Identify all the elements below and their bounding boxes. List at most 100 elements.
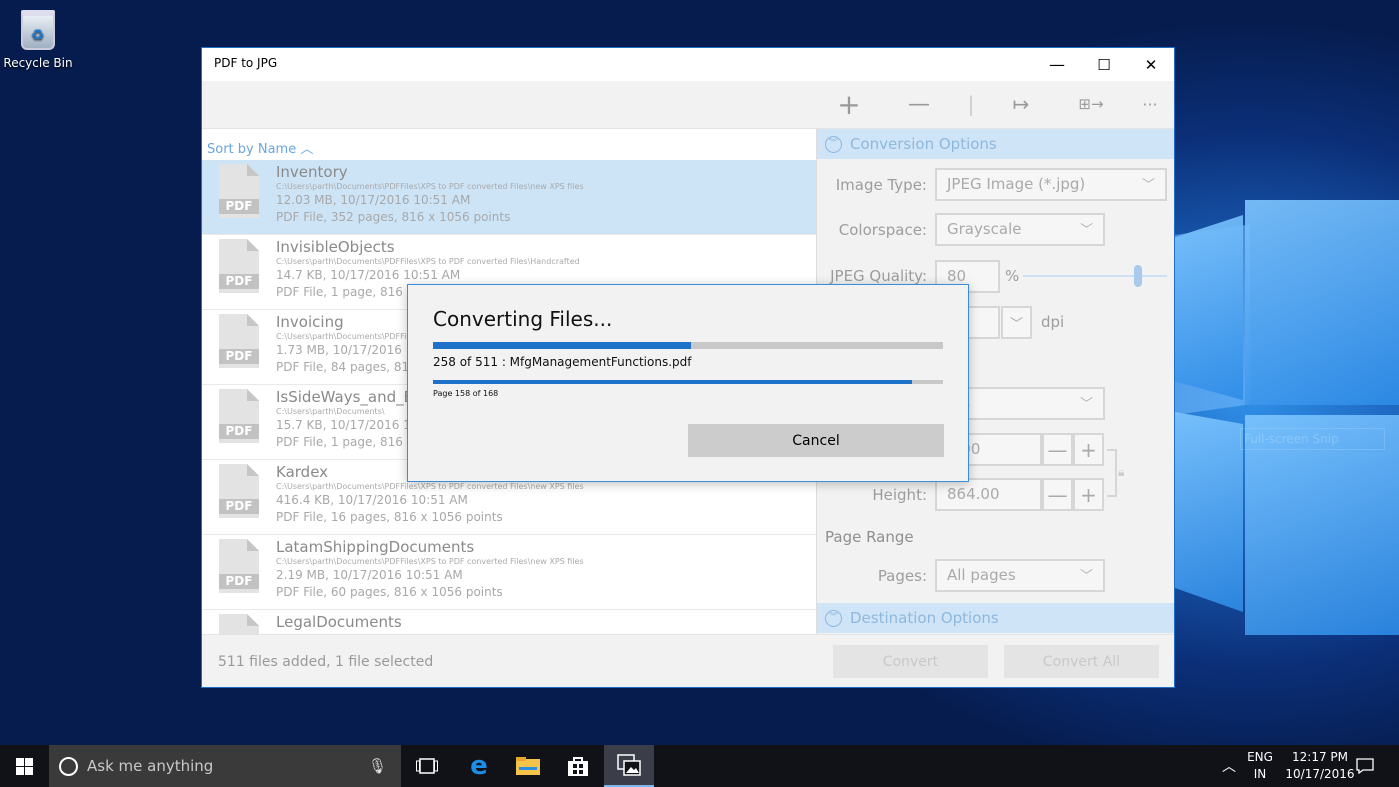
width-decrement-button[interactable]: — bbox=[1042, 433, 1073, 466]
convert-all-button[interactable]: Convert All bbox=[1004, 645, 1159, 678]
minimize-button[interactable]: — bbox=[1034, 48, 1080, 81]
quality-slider-thumb[interactable] bbox=[1134, 265, 1143, 287]
convert-button[interactable]: Convert bbox=[833, 645, 988, 678]
image-type-select[interactable]: JPEG Image (*.jpg) ﹀ bbox=[935, 168, 1167, 201]
file-explorer-icon[interactable] bbox=[505, 745, 551, 787]
quality-unit: % bbox=[1005, 267, 1020, 285]
clock-date: 10/17/2016 bbox=[1285, 767, 1355, 781]
list-item[interactable]: PDF LegalDocuments bbox=[202, 610, 816, 634]
file-size-date: 2.19 MB, 10/17/2016 10:51 AM bbox=[276, 568, 463, 582]
task-view-button[interactable] bbox=[405, 745, 449, 787]
pages-progress-fill bbox=[433, 380, 913, 384]
microphone-icon[interactable]: 🎙︎ bbox=[368, 757, 387, 775]
export-icon[interactable]: ↦ bbox=[1001, 89, 1041, 119]
language-indicator[interactable]: ENG IN bbox=[1242, 749, 1278, 783]
file-path: C:\Users\parth\Documents\PDFFiles\XPS to… bbox=[276, 482, 584, 491]
window-title: PDF to JPG bbox=[214, 56, 278, 70]
file-info: PDF File, 352 pages, 816 x 1056 points bbox=[276, 210, 511, 224]
pages-select[interactable]: All pages ﹀ bbox=[935, 559, 1105, 592]
search-placeholder: Ask me anything bbox=[87, 757, 214, 775]
pdf-file-icon: PDF bbox=[219, 464, 259, 518]
height-increment-button[interactable]: + bbox=[1073, 478, 1104, 511]
aspect-lock-bracket bbox=[1107, 449, 1117, 497]
pages-progress-bar bbox=[433, 380, 943, 384]
pdf-file-icon: PDF bbox=[219, 164, 259, 218]
file-size-date: 416.4 KB, 10/17/2016 10:51 AM bbox=[276, 493, 468, 507]
region-code: IN bbox=[1253, 767, 1267, 781]
pdf-badge: PDF bbox=[219, 574, 259, 589]
height-label: Height: bbox=[872, 486, 927, 504]
cancel-button[interactable]: Cancel bbox=[688, 424, 944, 457]
pdf-badge: PDF bbox=[219, 199, 259, 214]
file-name: LegalDocuments bbox=[276, 613, 402, 631]
file-name: Kardex bbox=[276, 463, 329, 481]
file-path: C:\Users\parth\Documents\ bbox=[276, 407, 385, 416]
pdf-badge: PDF bbox=[219, 349, 259, 364]
files-progress-fill bbox=[433, 342, 691, 349]
maximize-button[interactable]: ☐ bbox=[1081, 48, 1127, 81]
title-bar: PDF to JPG — ☐ ✕ bbox=[202, 48, 1174, 81]
add-files-icon[interactable]: + bbox=[829, 88, 869, 121]
file-info: PDF File, 60 pages, 816 x 1056 points bbox=[276, 585, 503, 599]
height-decrement-button[interactable]: — bbox=[1042, 478, 1073, 511]
sort-label: Sort by Name bbox=[207, 142, 297, 157]
clock[interactable]: 12:17 PM 10/17/2016 bbox=[1280, 749, 1360, 783]
search-box[interactable]: Ask me anything 🎙︎ bbox=[49, 745, 401, 787]
dpi-unit: dpi bbox=[1041, 313, 1065, 331]
destination-options-header[interactable]: ︾ Destination Options bbox=[817, 603, 1174, 633]
window-logo-pane bbox=[1245, 200, 1399, 405]
chevron-down-icon: ﹀ bbox=[1141, 178, 1155, 193]
conversion-options-header[interactable]: ︾ Conversion Options bbox=[817, 129, 1174, 159]
pages-value: All pages bbox=[947, 566, 1016, 584]
notification-icon[interactable] bbox=[1350, 745, 1380, 787]
files-progress-bar bbox=[433, 342, 943, 349]
image-type-label: Image Type: bbox=[835, 176, 927, 194]
edge-icon[interactable]: e bbox=[456, 745, 502, 787]
colorspace-label: Colorspace: bbox=[838, 221, 927, 239]
dpi-dropdown-button[interactable]: ﹀ bbox=[1001, 306, 1032, 339]
chevron-up-icon: ︿ bbox=[300, 142, 314, 157]
file-path: C:\Users\parth\Documents\PDFFiles\XPS to… bbox=[276, 557, 584, 566]
recycle-bin-shortcut[interactable]: ♻ Recycle Bin bbox=[2, 6, 74, 70]
store-icon[interactable] bbox=[555, 745, 601, 787]
list-item[interactable]: PDF Inventory C:\Users\parth\Documents\PDF… bbox=[202, 160, 816, 235]
more-options-icon[interactable]: ··· bbox=[1130, 89, 1170, 119]
file-size-date: 12.03 MB, 10/17/2016 10:51 AM bbox=[276, 193, 471, 207]
pdf-file-icon: PDF bbox=[219, 314, 259, 368]
file-size-date: 15.7 KB, 10/17/2016 10: bbox=[276, 418, 423, 432]
colorspace-value: Grayscale bbox=[947, 220, 1022, 238]
file-name: LatamShippingDocuments bbox=[276, 538, 475, 556]
start-button[interactable] bbox=[0, 745, 49, 787]
pdf-badge: PDF bbox=[219, 424, 259, 439]
pdf-file-icon: PDF bbox=[219, 239, 259, 293]
dialog-title: Converting Files... bbox=[433, 307, 613, 331]
close-button[interactable]: ✕ bbox=[1128, 48, 1174, 81]
converting-dialog: Converting Files... 258 of 511 : MfgMana… bbox=[407, 284, 969, 482]
window-logo-pane bbox=[1175, 412, 1243, 612]
pages-label: Pages: bbox=[877, 567, 927, 585]
list-item[interactable]: PDF LatamShippingDocuments C:\Users\parth\… bbox=[202, 535, 816, 610]
chevron-down-icon: ﹀ bbox=[1079, 223, 1093, 238]
pdf-badge: PDF bbox=[219, 499, 259, 514]
status-text: 511 files added, 1 file selected bbox=[218, 654, 434, 670]
file-size-date: 14.7 KB, 10/17/2016 10:51 AM bbox=[276, 268, 461, 282]
toolbar-divider: | bbox=[967, 92, 975, 116]
chevron-down-icon: ﹀ bbox=[1009, 317, 1023, 332]
chevron-circle-icon: ︾ bbox=[825, 135, 842, 153]
width-increment-button[interactable]: + bbox=[1073, 433, 1104, 466]
window-logo-pane bbox=[1175, 215, 1243, 400]
task-view-icon bbox=[416, 758, 438, 774]
height-input[interactable]: 864.00 bbox=[935, 478, 1042, 511]
jpeg-quality-label: JPEG Quality: bbox=[830, 267, 927, 285]
pdf-to-jpg-taskbar-icon[interactable] bbox=[604, 745, 654, 787]
chevron-up-icon[interactable]: ︿ bbox=[1215, 745, 1243, 787]
pdf-file-icon: PDF bbox=[219, 614, 259, 634]
quality-slider-track[interactable] bbox=[1023, 265, 1167, 287]
colorspace-select[interactable]: Grayscale ﹀ bbox=[935, 213, 1105, 246]
export-all-icon[interactable]: ⊞→ bbox=[1071, 89, 1111, 119]
destination-options-label: Destination Options bbox=[850, 609, 999, 627]
lock-icon[interactable]: 🔒︎ bbox=[1118, 465, 1124, 480]
files-progress-text: 258 of 511 : MfgManagementFunctions.pdf bbox=[433, 355, 692, 369]
sort-button[interactable]: Sort by Name ︿ bbox=[202, 129, 816, 160]
remove-files-icon[interactable]: — bbox=[899, 89, 939, 119]
